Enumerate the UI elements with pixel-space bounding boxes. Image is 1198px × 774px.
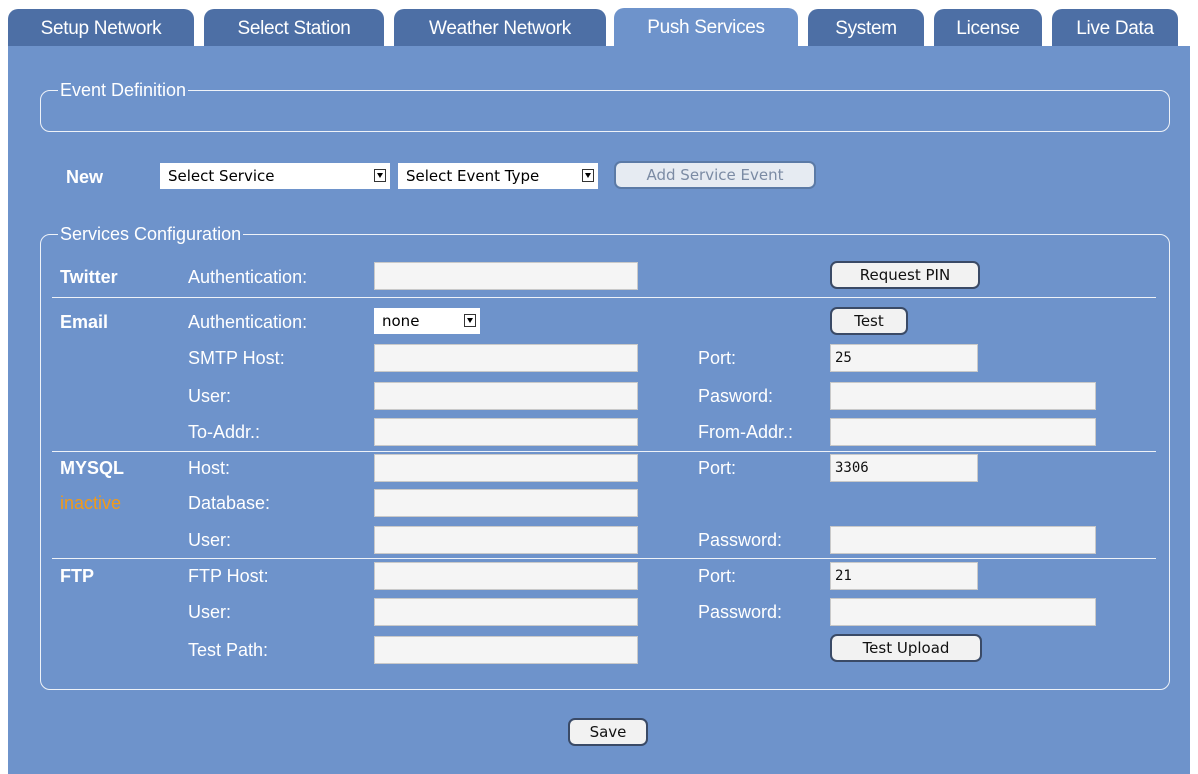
mysql-database-field[interactable] bbox=[374, 489, 638, 517]
email-port-label: Port: bbox=[698, 348, 737, 368]
email-to-label: To-Addr.: bbox=[188, 422, 261, 442]
smtp-host-label: SMTP Host: bbox=[188, 348, 285, 368]
email-port-field[interactable]: 25 bbox=[830, 344, 978, 372]
select-event-type-value: Select Event Type bbox=[406, 167, 540, 185]
mysql-user-field[interactable] bbox=[374, 526, 638, 554]
ftp-user-field[interactable] bbox=[374, 598, 638, 626]
select-service-dropdown[interactable]: Select Service bbox=[160, 163, 390, 189]
ftp-host-field[interactable] bbox=[374, 562, 638, 590]
twitter-title: Twitter bbox=[60, 267, 118, 287]
mysql-port-field[interactable]: 3306 bbox=[830, 454, 978, 482]
services-configuration-legend: Services Configuration bbox=[60, 224, 242, 244]
ftp-port-label: Port: bbox=[698, 566, 737, 586]
test-upload-button[interactable]: Test Upload bbox=[830, 634, 982, 662]
mysql-host-label: Host: bbox=[188, 458, 231, 478]
tab-bar: Setup Network Select Station Weather Net… bbox=[0, 0, 1198, 48]
ftp-password-label: Password: bbox=[698, 602, 783, 622]
email-test-button[interactable]: Test bbox=[830, 307, 908, 335]
email-password-label: Pasword: bbox=[698, 386, 774, 406]
select-event-type-dropdown[interactable]: Select Event Type bbox=[398, 163, 598, 189]
ftp-port-field[interactable]: 21 bbox=[830, 562, 978, 590]
email-password-field[interactable] bbox=[830, 382, 1096, 410]
twitter-auth-label: Authentication: bbox=[188, 267, 308, 287]
mysql-user-label: User: bbox=[188, 530, 232, 550]
email-from-field[interactable] bbox=[830, 418, 1096, 446]
divider bbox=[52, 558, 1156, 559]
tab-weather-network[interactable]: Weather Network bbox=[394, 9, 606, 46]
select-service-value: Select Service bbox=[168, 167, 275, 185]
twitter-auth-field[interactable] bbox=[374, 262, 638, 290]
ftp-test-path-field[interactable] bbox=[374, 636, 638, 664]
mysql-host-field[interactable] bbox=[374, 454, 638, 482]
ftp-title: FTP bbox=[60, 566, 94, 586]
request-pin-button[interactable]: Request PIN bbox=[830, 261, 980, 289]
chevron-down-icon bbox=[374, 169, 386, 182]
email-auth-value: none bbox=[382, 312, 420, 330]
email-user-field[interactable] bbox=[374, 382, 638, 410]
email-auth-label: Authentication: bbox=[188, 312, 308, 332]
email-to-field[interactable] bbox=[374, 418, 638, 446]
chevron-down-icon bbox=[464, 314, 476, 327]
ftp-host-label: FTP Host: bbox=[188, 566, 269, 586]
smtp-host-field[interactable] bbox=[374, 344, 638, 372]
tab-license[interactable]: License bbox=[934, 9, 1042, 46]
add-service-event-button[interactable]: Add Service Event bbox=[614, 161, 816, 189]
event-definition-group: Event Definition bbox=[40, 80, 1170, 132]
mysql-database-label: Database: bbox=[188, 493, 271, 513]
event-definition-legend: Event Definition bbox=[60, 80, 187, 100]
ftp-test-path-label: Test Path: bbox=[188, 640, 269, 660]
tab-push-services[interactable]: Push Services bbox=[614, 8, 798, 48]
mysql-title: MYSQL bbox=[60, 458, 125, 478]
email-from-label: From-Addr.: bbox=[698, 422, 794, 442]
save-button[interactable]: Save bbox=[568, 718, 648, 746]
new-label: New bbox=[66, 167, 104, 187]
mysql-password-field[interactable] bbox=[830, 526, 1096, 554]
ftp-user-label: User: bbox=[188, 602, 232, 622]
tab-system[interactable]: System bbox=[808, 9, 924, 46]
email-auth-dropdown[interactable]: none bbox=[374, 308, 480, 334]
divider bbox=[52, 451, 1156, 452]
chevron-down-icon bbox=[582, 169, 594, 182]
mysql-password-label: Password: bbox=[698, 530, 783, 550]
tab-setup-network[interactable]: Setup Network bbox=[8, 9, 194, 46]
push-services-panel: Event Definition New Select Service Sele… bbox=[8, 46, 1190, 774]
divider bbox=[52, 297, 1156, 298]
mysql-port-label: Port: bbox=[698, 458, 737, 478]
tab-select-station[interactable]: Select Station bbox=[204, 9, 384, 46]
ftp-password-field[interactable] bbox=[830, 598, 1096, 626]
tab-live-data[interactable]: Live Data bbox=[1052, 9, 1178, 46]
email-title: Email bbox=[60, 312, 109, 332]
mysql-status-badge: inactive bbox=[60, 493, 122, 513]
email-user-label: User: bbox=[188, 386, 232, 406]
